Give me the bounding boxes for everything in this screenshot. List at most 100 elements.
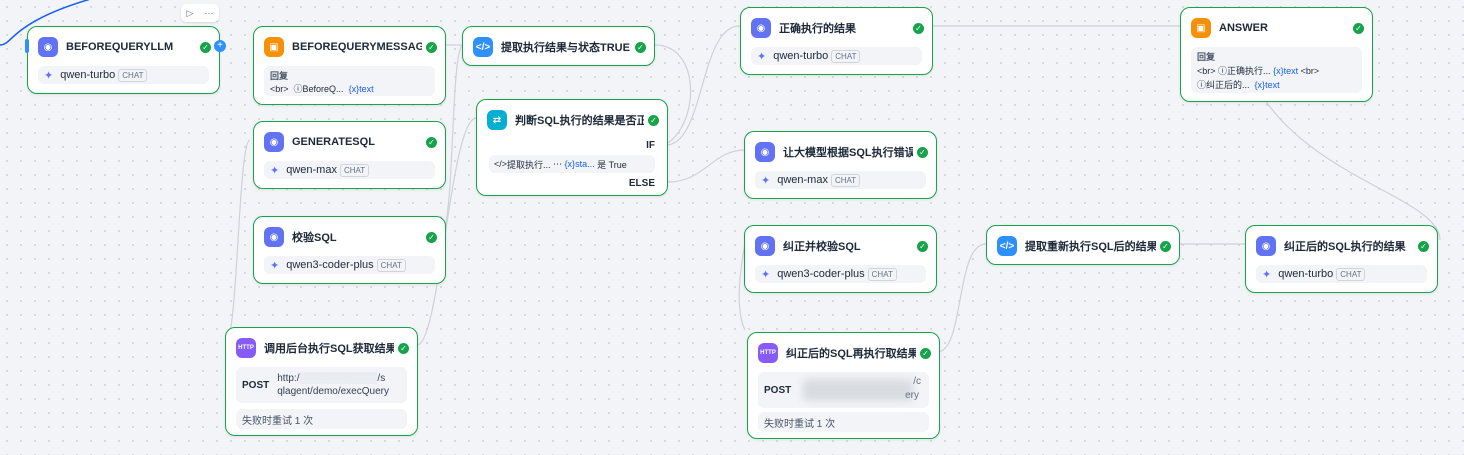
model-name: qwen-turbo [60, 69, 116, 81]
retry-info: 失败时重试 1 次 [758, 412, 929, 432]
node-title: 纠正后的SQL再执行取结果 [786, 348, 916, 360]
node-extract-status[interactable]: </> 提取执行结果与状态TRUE OR ✓ [462, 26, 655, 66]
node-title: ANSWER [1219, 22, 1268, 34]
success-icon: ✓ [1418, 240, 1429, 252]
model-selector[interactable]: ✦ qwen3-coder-plus CHAT [264, 256, 435, 274]
play-icon[interactable]: ▷ [187, 8, 194, 19]
model-icon: ✦ [1262, 268, 1272, 281]
var2-node: 纠正后的... [1206, 80, 1250, 90]
success-icon: ✓ [920, 347, 931, 359]
llm-icon: ◉ [264, 132, 284, 152]
success-icon: ✓ [917, 240, 928, 252]
node-generatesql[interactable]: ◉ GENERATESQL ✓ ✦ qwen-max CHAT [253, 121, 446, 189]
else-label: ELSE [628, 178, 655, 189]
node-title: 判断SQL执行的结果是否正确 [515, 115, 644, 127]
node-judge-sql[interactable]: ⇄ 判断SQL执行的结果是否正确 ✓ IF </>提取执行... ⋯ {x}sta.… [476, 99, 668, 196]
edge-generate-to-call [224, 139, 251, 346]
node-beforequeryllm[interactable]: ◉ BEFOREQUERYLLM ✓ ✦ qwen-turbo CHAT + [25, 26, 226, 94]
node-title: 让大模型根据SQL执行错误 [783, 147, 913, 159]
node-title: 正确执行的结果 [779, 23, 856, 35]
model-selector[interactable]: ✦ qwen-turbo CHAT [38, 66, 209, 84]
http-icon: HTTP [236, 338, 256, 358]
node-title: GENERATESQL [292, 136, 375, 148]
node-title: 校验SQL [292, 232, 337, 244]
answer-icon: ▣ [264, 37, 284, 57]
success-icon: ✓ [913, 22, 924, 34]
node-correct-result[interactable]: ◉ 正确执行的结果 ✓ ✦ qwen-turbo CHAT [740, 7, 933, 75]
node-title: 提取重新执行SQL后的结果 [1025, 241, 1156, 253]
node-model-fix[interactable]: ◉ 让大模型根据SQL执行错误 ✓ ✦ qwen-max CHAT [744, 131, 937, 199]
var1-node: 正确执行... [1227, 66, 1271, 76]
node-rerun-fixed[interactable]: HTTP 纠正后的SQL再执行取结果 ✓ POST /c ery 失败时重试 1 次 [747, 332, 940, 439]
model-selector[interactable]: ✦ qwen3-coder-plus CHAT [755, 265, 926, 283]
retry-info: 失败时重试 1 次 [236, 409, 407, 429]
llm-icon: ◉ [1256, 236, 1276, 256]
chat-badge: CHAT [118, 68, 148, 82]
reply-box: 回复 <br> ⓘBeforeQ... {x}text [264, 66, 435, 96]
answer-icon: ▣ [1191, 18, 1211, 38]
edge-if-to-correct [667, 25, 741, 146]
success-icon: ✓ [648, 114, 659, 126]
input-handle[interactable] [25, 39, 29, 53]
node-fix-verify[interactable]: ◉ 纠正并校验SQL ✓ ✦ qwen3-coder-plus CHAT [744, 225, 937, 293]
edge-rerun-to-extract2 [936, 243, 987, 353]
node-fixed-result[interactable]: ◉ 纠正后的SQL执行的结果 ✓ ✦ qwen-turbo CHAT [1245, 225, 1438, 293]
condition-row: </> 提取执行... ⋯ {x}sta... 是 True [489, 155, 655, 173]
model-icon: ✦ [270, 164, 280, 177]
success-icon: ✓ [635, 41, 646, 53]
node-verifysql[interactable]: ◉ 校验SQL ✓ ✦ qwen3-coder-plus CHAT [253, 216, 446, 284]
code-icon: </> [473, 37, 493, 57]
branch-icon: ⇄ [487, 110, 507, 130]
chat-badge: CHAT [830, 173, 861, 187]
node-extract-rerun[interactable]: </> 提取重新执行SQL后的结果 ✓ [986, 225, 1180, 265]
node-answer[interactable]: ▣ ANSWER ✓ 回复 <br> ⓘ正确执行... {x}text <br> ⓘ… [1180, 7, 1373, 102]
url-line2-tail: ery [905, 390, 919, 401]
node-title: 提取执行结果与状态TRUE OR [501, 42, 631, 54]
success-icon: ✓ [426, 136, 437, 148]
chat-badge: CHAT [376, 258, 406, 272]
model-name: qwen-turbo [773, 50, 829, 62]
node-title: BEFOREQUERYLLM [66, 41, 174, 53]
node-beforequerymessage[interactable]: ▣ BEFOREQUERYMESSAGE ✓ 回复 <br> ⓘBeforeQ...… [253, 26, 446, 105]
cond-field: sta... [575, 159, 595, 169]
chat-badge: CHAT [1336, 267, 1366, 281]
llm-icon: ◉ [755, 142, 775, 162]
success-icon: ✓ [1160, 240, 1171, 252]
node-title: 调用后台执行SQL获取结果 [264, 343, 394, 355]
model-selector[interactable]: ✦ qwen-max CHAT [264, 161, 435, 179]
model-selector[interactable]: ✦ qwen-max CHAT [755, 171, 926, 189]
chat-badge: CHAT [867, 267, 897, 281]
method-label: POST [764, 384, 792, 396]
add-node-icon[interactable]: + [214, 40, 226, 52]
request-box: POST /c ery [758, 372, 929, 408]
model-name: qwen-max [286, 164, 337, 176]
request-box: POST http:/▒▒▒▒▒▒▒▒▒▒▒/s qlagent/demo/ex… [236, 367, 407, 403]
chat-badge: CHAT [339, 163, 370, 177]
reply-label: 回复 [270, 71, 289, 81]
node-title: 纠正并校验SQL [783, 241, 861, 253]
success-icon: ✓ [200, 41, 211, 53]
model-selector[interactable]: ✦ qwen-turbo CHAT [1256, 265, 1427, 283]
model-icon: ✦ [761, 174, 771, 187]
node-call-backend[interactable]: HTTP 调用后台执行SQL获取结果 ✓ POST http:/▒▒▒▒▒▒▒▒▒▒… [225, 327, 418, 436]
model-selector[interactable]: ✦ qwen-turbo CHAT [751, 47, 922, 65]
more-icon[interactable]: ··· [204, 8, 213, 18]
success-icon: ✓ [1353, 22, 1364, 34]
reply-label: 回复 [1197, 52, 1216, 62]
redacted-url [803, 379, 914, 401]
url-tail: /s [377, 373, 386, 384]
llm-icon: ◉ [755, 236, 775, 256]
url-tail: /c [913, 376, 921, 387]
model-name: qwen3-coder-plus [286, 259, 374, 271]
http-icon: HTTP [758, 343, 778, 363]
edge-else-to-fix [667, 149, 746, 183]
br-tag: <br> [1300, 66, 1320, 76]
model-name: qwen-max [777, 174, 828, 186]
llm-icon: ◉ [38, 37, 58, 57]
var-node: BeforeQ... [302, 84, 344, 94]
br-tag: <br> [1197, 66, 1216, 76]
node-title: BEFOREQUERYMESSAGE [292, 41, 422, 53]
llm-icon: ◉ [264, 227, 284, 247]
model-icon: ✦ [44, 69, 54, 82]
node-toolbar: ▷ ··· [181, 4, 219, 22]
